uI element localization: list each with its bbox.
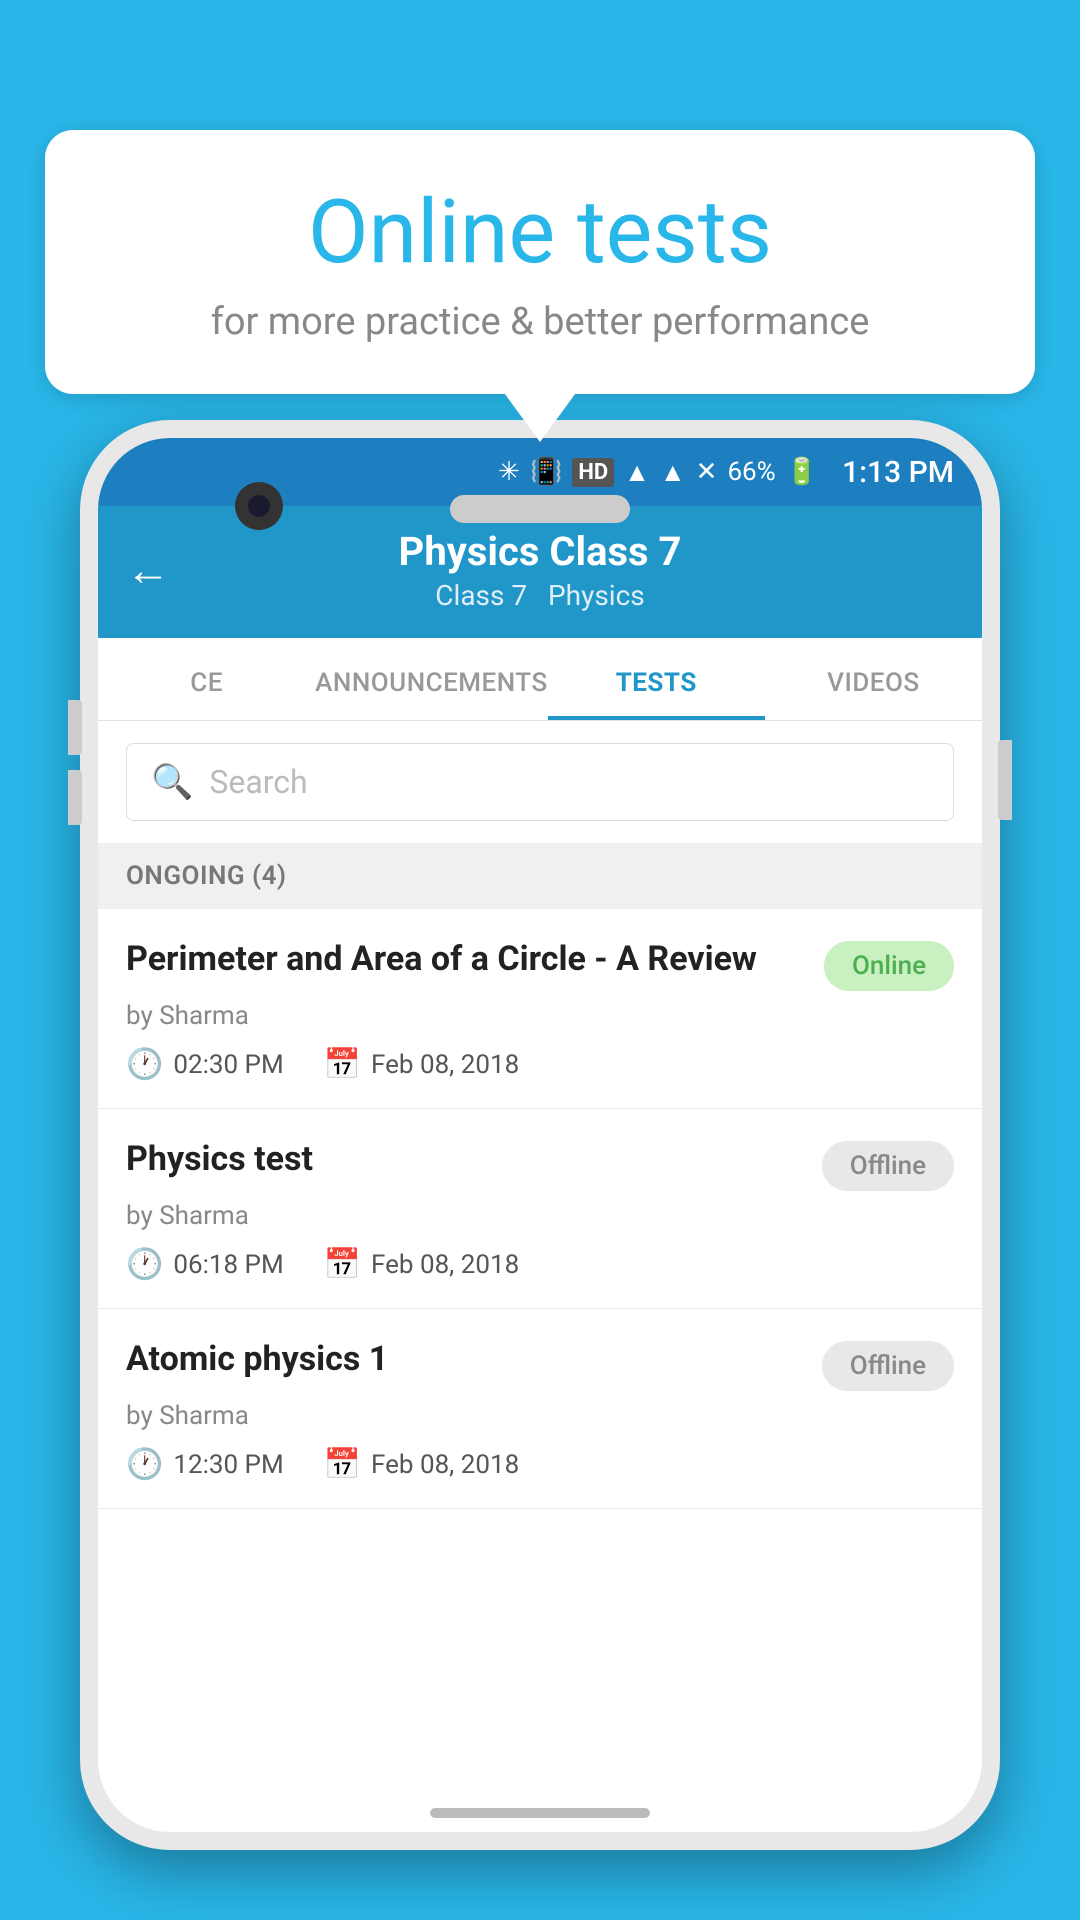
test-time-1: 🕐 06:18 PM bbox=[126, 1247, 284, 1282]
test-header-0: Perimeter and Area of a Circle - A Revie… bbox=[126, 937, 954, 991]
test-title-1: Physics test bbox=[126, 1137, 822, 1183]
bluetooth-icon: ✳ bbox=[498, 457, 520, 487]
test-item-2[interactable]: Atomic physics 1 Offline by Sharma 🕐 12:… bbox=[98, 1309, 982, 1509]
search-placeholder: Search bbox=[209, 763, 307, 801]
header-subtitle: Class 7 Physics bbox=[194, 579, 886, 612]
back-button[interactable]: ← bbox=[126, 548, 170, 592]
volume-up-button bbox=[68, 700, 82, 755]
calendar-icon-0: 📅 bbox=[324, 1047, 361, 1082]
search-bar[interactable]: 🔍 Search bbox=[126, 743, 954, 821]
clock-icon-2: 🕐 bbox=[126, 1447, 163, 1482]
calendar-icon-1: 📅 bbox=[324, 1247, 361, 1282]
home-indicator bbox=[430, 1808, 650, 1818]
phone-device: ✳ 📳 HD ▲ ▲ ✕ 66% 🔋 1:13 PM ← Physics Cla… bbox=[80, 420, 1000, 1920]
test-author-0: by Sharma bbox=[126, 1001, 954, 1031]
battery-text: 66% bbox=[727, 457, 775, 487]
test-meta-0: 🕐 02:30 PM 📅 Feb 08, 2018 bbox=[126, 1047, 954, 1082]
status-time: 1:13 PM bbox=[842, 455, 954, 490]
bubble-title: Online tests bbox=[105, 185, 975, 282]
wifi-icon: ▲ bbox=[624, 457, 650, 488]
front-camera bbox=[235, 482, 283, 530]
battery-icon: 🔋 bbox=[786, 457, 818, 487]
test-date-2: 📅 Feb 08, 2018 bbox=[324, 1447, 520, 1482]
clock-icon-1: 🕐 bbox=[126, 1247, 163, 1282]
test-time-0: 🕐 02:30 PM bbox=[126, 1047, 284, 1082]
test-date-1: 📅 Feb 08, 2018 bbox=[324, 1247, 520, 1282]
bubble-subtitle: for more practice & better performance bbox=[105, 300, 975, 344]
header-title-group: Physics Class 7 Class 7 Physics bbox=[194, 528, 886, 612]
header-subject: Physics bbox=[548, 579, 645, 612]
status-icons: ✳ 📳 HD ▲ ▲ ✕ 66% 🔋 bbox=[498, 457, 818, 488]
header-class: Class 7 bbox=[435, 579, 527, 612]
tab-ce[interactable]: CE bbox=[98, 638, 315, 720]
test-header-2: Atomic physics 1 Offline bbox=[126, 1337, 954, 1391]
vibrate-icon: 📳 bbox=[530, 457, 562, 487]
test-date-0: 📅 Feb 08, 2018 bbox=[324, 1047, 520, 1082]
phone-body: ✳ 📳 HD ▲ ▲ ✕ 66% 🔋 1:13 PM ← Physics Cla… bbox=[80, 420, 1000, 1850]
hd-icon: HD bbox=[572, 458, 614, 487]
status-badge-1: Offline bbox=[822, 1141, 954, 1191]
phone-speaker bbox=[450, 495, 630, 523]
section-ongoing: ONGOING (4) bbox=[98, 843, 982, 909]
clock-icon-0: 🕐 bbox=[126, 1047, 163, 1082]
volume-down-button bbox=[68, 770, 82, 825]
test-header-1: Physics test Offline bbox=[126, 1137, 954, 1191]
test-item-1[interactable]: Physics test Offline by Sharma 🕐 06:18 P… bbox=[98, 1109, 982, 1309]
test-item-0[interactable]: Perimeter and Area of a Circle - A Revie… bbox=[98, 909, 982, 1109]
power-button bbox=[998, 740, 1012, 820]
calendar-icon-2: 📅 bbox=[324, 1447, 361, 1482]
phone-screen: ✳ 📳 HD ▲ ▲ ✕ 66% 🔋 1:13 PM ← Physics Cla… bbox=[98, 438, 982, 1832]
tabs-bar: CE ANNOUNCEMENTS TESTS VIDEOS bbox=[98, 638, 982, 721]
test-time-2: 🕐 12:30 PM bbox=[126, 1447, 284, 1482]
search-icon: 🔍 bbox=[151, 762, 193, 802]
tab-tests[interactable]: TESTS bbox=[548, 638, 765, 720]
status-badge-0: Online bbox=[824, 941, 954, 991]
test-meta-1: 🕐 06:18 PM 📅 Feb 08, 2018 bbox=[126, 1247, 954, 1282]
test-meta-2: 🕐 12:30 PM 📅 Feb 08, 2018 bbox=[126, 1447, 954, 1482]
x-icon: ✕ bbox=[696, 457, 718, 487]
signal-icon: ▲ bbox=[660, 457, 686, 488]
search-container: 🔍 Search bbox=[98, 721, 982, 843]
promo-bubble: Online tests for more practice & better … bbox=[45, 130, 1035, 394]
test-author-1: by Sharma bbox=[126, 1201, 954, 1231]
tab-videos[interactable]: VIDEOS bbox=[765, 638, 982, 720]
header-title: Physics Class 7 bbox=[194, 528, 886, 575]
app-header: ← Physics Class 7 Class 7 Physics bbox=[98, 506, 982, 638]
tab-announcements[interactable]: ANNOUNCEMENTS bbox=[315, 638, 548, 720]
status-badge-2: Offline bbox=[822, 1341, 954, 1391]
test-title-0: Perimeter and Area of a Circle - A Revie… bbox=[126, 937, 824, 983]
bubble-card: Online tests for more practice & better … bbox=[45, 130, 1035, 394]
test-author-2: by Sharma bbox=[126, 1401, 954, 1431]
test-title-2: Atomic physics 1 bbox=[126, 1337, 822, 1383]
